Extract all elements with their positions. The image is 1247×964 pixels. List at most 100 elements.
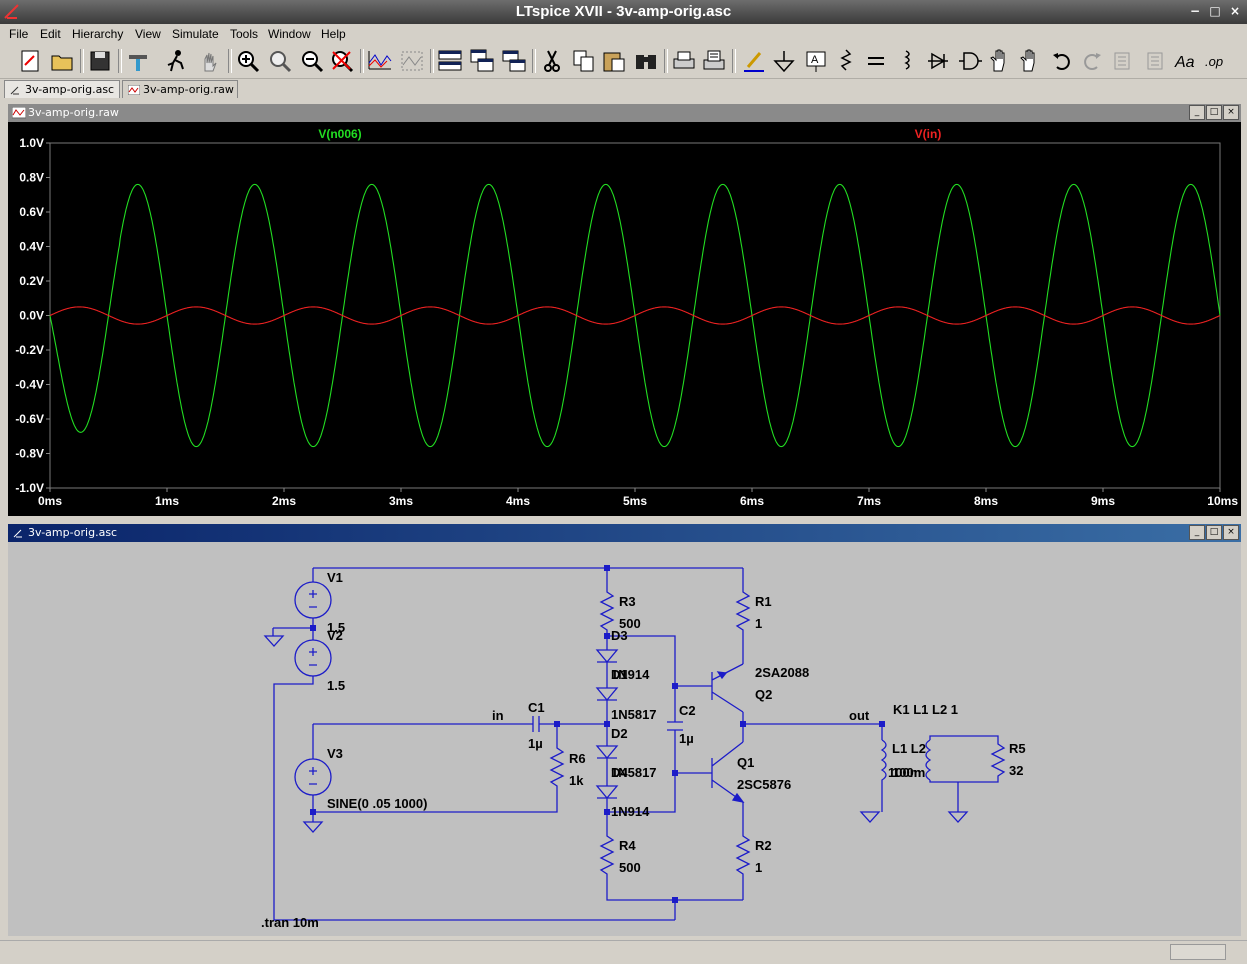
polarity-marks	[309, 648, 317, 666]
pan-icon[interactable]	[266, 47, 294, 75]
menu-tools[interactable]: Tools	[230, 27, 258, 41]
new-schematic-icon[interactable]	[16, 47, 44, 75]
polarity-marks	[309, 590, 317, 608]
menu-edit[interactable]: Edit	[40, 27, 61, 41]
label-r1-value: 1	[755, 616, 762, 631]
autoscale-icon[interactable]	[366, 47, 394, 75]
print-setup-icon[interactable]	[700, 47, 728, 75]
copy-icon[interactable]	[570, 47, 598, 75]
find-icon[interactable]	[632, 47, 660, 75]
schematic-icon	[10, 86, 19, 95]
label-r6-value: 1k	[569, 773, 584, 788]
net-label-in: in	[492, 708, 504, 723]
menu-help[interactable]: Help	[321, 27, 346, 41]
tile-vertical-icon[interactable]	[500, 47, 528, 75]
pnp-arrow	[716, 671, 728, 680]
tab-waveform[interactable]: 3v-amp-orig.raw	[122, 80, 238, 98]
plot-minimize-button[interactable]: _	[1189, 105, 1205, 120]
halt-icon[interactable]	[196, 47, 224, 75]
schematic-minimize-button[interactable]: _	[1189, 525, 1205, 540]
text-icon[interactable]: Aa	[1172, 47, 1200, 75]
label-icon[interactable]: A	[802, 47, 830, 75]
inductor-l2	[925, 739, 932, 781]
label-r2: R2	[755, 838, 772, 853]
spice-directive-tran: .tran 10m	[261, 915, 319, 930]
label-q1-value: 2SC5876	[737, 777, 791, 792]
trace-vin	[49, 306, 1221, 325]
toolbar: A Aa .op	[0, 44, 1247, 79]
label-c2-value: 1µ	[679, 731, 694, 746]
label-r4-value: 500	[619, 860, 641, 875]
inductor-icon[interactable]	[894, 47, 922, 75]
svg-text:Aa: Aa	[1174, 54, 1195, 71]
plot-maximize-button[interactable]: □	[1206, 105, 1222, 120]
y-tick-label: -1.0V	[15, 481, 44, 495]
resistor-icon[interactable]	[832, 47, 860, 75]
schematic-maximize-button[interactable]: □	[1206, 525, 1222, 540]
schematic-close-button[interactable]: ×	[1223, 525, 1239, 540]
y-tick-label: 0.0V	[19, 309, 44, 323]
diode-d2	[595, 745, 619, 760]
zoom-out-icon[interactable]	[298, 47, 326, 75]
minimize-button[interactable]: −	[1188, 4, 1202, 18]
spice-directive-icon[interactable]: .op	[1204, 47, 1232, 75]
waveform-viewer[interactable]: 1.0V 0.8V 0.6V 0.4V 0.2V 0.0V -0.2V -0.4V -0.6V -…	[8, 122, 1241, 516]
tile-horizontal-icon[interactable]	[436, 47, 464, 75]
zoom-fit-icon[interactable]	[328, 47, 356, 75]
label-c1-value: 1µ	[528, 736, 543, 751]
menu-file[interactable]: File	[9, 27, 28, 41]
maximize-button[interactable]: □	[1208, 4, 1222, 18]
label-r3: R3	[619, 594, 636, 609]
wire-icon[interactable]	[740, 47, 768, 75]
schematic-window-title: 3v-amp-orig.asc	[28, 526, 118, 539]
cut-icon[interactable]	[538, 47, 566, 75]
schematic-window-titlebar: 3v-amp-orig.asc _ □ ×	[8, 524, 1241, 542]
cascade-icon[interactable]	[468, 47, 496, 75]
plot-close-button[interactable]: ×	[1223, 105, 1239, 120]
diode-icon[interactable]	[924, 47, 952, 75]
window-title: LTspice XVII - 3v-amp-orig.asc	[515, 3, 732, 20]
ground-icon[interactable]	[770, 47, 798, 75]
net-label-out: out	[849, 708, 870, 723]
label-v1: V1	[327, 570, 343, 585]
save-icon[interactable]	[86, 47, 114, 75]
menu-hierarchy[interactable]: Hierarchy	[72, 27, 123, 41]
control-panel-icon[interactable]	[124, 47, 152, 75]
paste-icon[interactable]	[600, 47, 628, 75]
waveform-icon[interactable]	[398, 47, 426, 75]
undo-icon[interactable]	[1048, 47, 1076, 75]
open-icon[interactable]	[48, 47, 76, 75]
trace-label-vn006[interactable]: V(n006)	[318, 127, 361, 141]
label-d2: D2	[611, 726, 628, 741]
zoom-in-icon[interactable]	[234, 47, 262, 75]
redo-icon[interactable]	[1078, 47, 1106, 75]
capacitor-icon[interactable]	[862, 47, 890, 75]
trace-label-vin[interactable]: V(in)	[915, 127, 942, 141]
diode-d4	[595, 785, 619, 800]
run-icon[interactable]	[162, 47, 190, 75]
drag-icon[interactable]	[1016, 47, 1044, 75]
x-tick-label: 4ms	[506, 494, 530, 508]
menu-view[interactable]: View	[135, 27, 161, 41]
svg-text:.op: .op	[1205, 54, 1223, 69]
print-icon[interactable]	[670, 47, 698, 75]
y-tick-label: -0.2V	[15, 343, 44, 357]
schematic-icon	[13, 529, 22, 538]
schematic-canvas[interactable]: V1 1.5 V2 1.5 V3 SINE(0 .05 1000) R3 500…	[8, 542, 1241, 936]
label-v3: V3	[327, 746, 343, 761]
label-r5: R5	[1009, 741, 1026, 756]
menu-window[interactable]: Window	[268, 27, 311, 41]
rotate-icon[interactable]	[1110, 47, 1138, 75]
menu-simulate[interactable]: Simulate	[172, 27, 219, 41]
tab-schematic[interactable]: 3v-amp-orig.asc	[4, 80, 120, 98]
move-icon[interactable]	[986, 47, 1014, 75]
close-button[interactable]: ×	[1228, 4, 1242, 18]
schematic-drawing[interactable]: V1 1.5 V2 1.5 V3 SINE(0 .05 1000) R3 500…	[8, 542, 1241, 936]
label-r6: R6	[569, 751, 586, 766]
waveform-plot[interactable]: 1.0V 0.8V 0.6V 0.4V 0.2V 0.0V -0.2V -0.4V -0.6V -…	[8, 122, 1241, 516]
component-icon[interactable]	[956, 47, 984, 75]
plot-window-title: 3v-amp-orig.raw	[28, 106, 119, 119]
y-tick-label: 0.8V	[19, 171, 44, 185]
resistor-r1	[735, 568, 751, 664]
mirror-icon[interactable]	[1140, 47, 1168, 75]
